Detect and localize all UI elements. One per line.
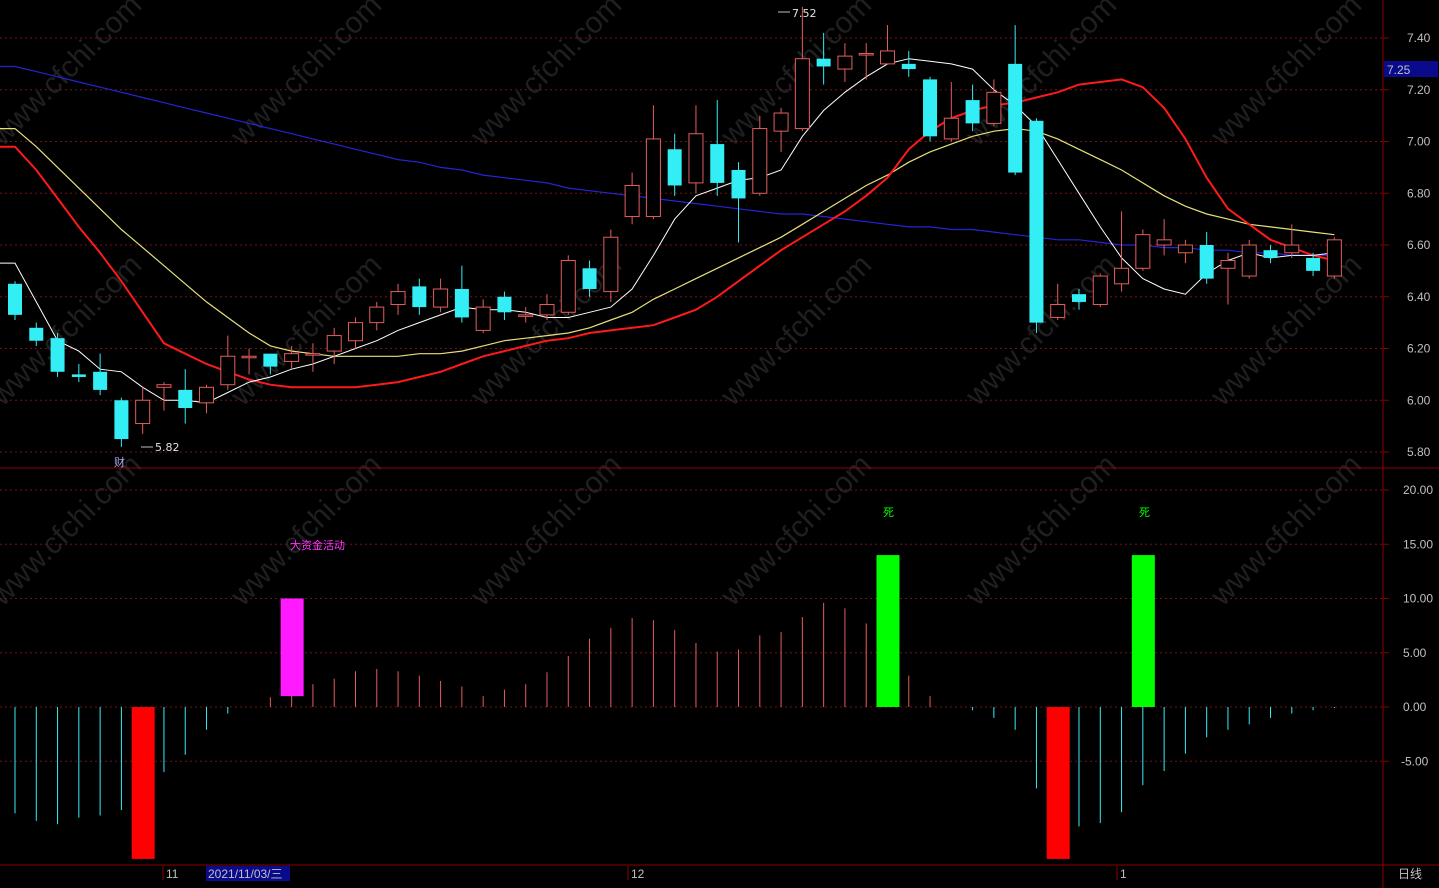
period-label[interactable]: 日线 (1398, 867, 1422, 881)
price-tick-label: 6.20 (1407, 342, 1431, 356)
candle-body (114, 400, 129, 440)
candle-body (1326, 239, 1342, 277)
price-tick-label: 7.00 (1407, 135, 1431, 149)
candle-body (412, 286, 427, 308)
candle-body (241, 355, 257, 359)
svg-text:5.82: 5.82 (155, 441, 180, 454)
candle-body (199, 386, 215, 404)
candle-body (879, 50, 895, 65)
death-label-1: 死 (883, 506, 894, 519)
candle-body (710, 144, 725, 183)
cursor-date: 2021/11/03/三 (208, 867, 283, 881)
candle-body (369, 306, 385, 324)
last-price-value: 7.25 (1387, 63, 1411, 77)
candle-body (305, 353, 321, 356)
month-label-12: 12 (631, 867, 645, 881)
month-label-11: 11 (166, 867, 179, 881)
negative_big-block (131, 707, 155, 859)
candle-body (71, 374, 86, 377)
candle-body (986, 91, 1002, 124)
candle-body (1135, 234, 1151, 269)
candle-body (688, 133, 704, 184)
bigfund-block (280, 598, 304, 697)
candle-body (1263, 250, 1278, 258)
candle-body (965, 100, 980, 124)
price-tick-label: 6.60 (1407, 238, 1431, 252)
candle-body (497, 296, 512, 313)
indicator-tick-label: 0.00 (1403, 700, 1427, 714)
candle-body (284, 353, 300, 362)
negative_big-block (1046, 707, 1070, 859)
candle-body (858, 53, 874, 56)
candle-body (1306, 257, 1321, 271)
candle-body (539, 304, 555, 316)
stock-chart[interactable]: www.cfchi.com www.cfchi.com www.cfchi.com w… (0, 0, 1439, 888)
indicator-tick-label: -5.00 (1401, 754, 1429, 768)
candle-body (433, 288, 449, 308)
candle-body (1029, 120, 1044, 323)
candle-body (923, 79, 938, 137)
candle-body (816, 58, 831, 67)
candle-body (943, 117, 959, 140)
indicator-tick-label: 20.00 (1403, 483, 1433, 497)
candle-body (645, 138, 661, 218)
candle-body (1241, 244, 1257, 277)
big-fund-label: 大资金活动 (290, 538, 345, 552)
indicator-tick-label: 10.00 (1403, 592, 1433, 606)
candle-body (220, 355, 236, 386)
candle-body (8, 283, 22, 315)
candle-body (901, 63, 916, 70)
indicator-tick-label: 5.00 (1403, 646, 1427, 660)
candle-body (518, 314, 534, 317)
candle-body (1114, 267, 1130, 285)
death-label-2: 死 (1139, 506, 1150, 519)
candle-body (135, 399, 151, 425)
svg-text:7.52: 7.52 (792, 7, 817, 20)
price-tick-label: 6.80 (1407, 186, 1431, 200)
candle-body (454, 288, 469, 318)
candle-body (1050, 304, 1066, 318)
candle-body (326, 335, 342, 352)
candle-body (178, 389, 193, 409)
indicator-tick-label: 15.00 (1403, 537, 1433, 551)
candle-body (1156, 239, 1172, 246)
candle-body (667, 149, 682, 186)
candle-body (29, 327, 44, 341)
candle-body (93, 371, 108, 390)
candle-body (1177, 244, 1193, 254)
candle-body (1008, 63, 1023, 173)
month-label-1: 1 (1120, 867, 1127, 881)
candle-body (390, 291, 406, 306)
candle-body (752, 128, 768, 194)
price-tick-label: 5.80 (1407, 445, 1431, 459)
candle-body (1284, 244, 1300, 254)
candle-body (773, 112, 789, 132)
candle-body (1199, 245, 1214, 279)
candle-body (156, 384, 172, 388)
price-tick-label: 6.00 (1407, 393, 1431, 407)
price-tick-label: 7.20 (1407, 83, 1431, 97)
price-tick-label: 6.40 (1407, 290, 1431, 304)
candle-body (1220, 260, 1236, 269)
death-block (876, 555, 900, 707)
candle-body (1072, 294, 1086, 302)
candle-body (624, 184, 640, 218)
death-block (1131, 555, 1155, 707)
candle-body (603, 236, 619, 293)
candle-body (475, 306, 491, 331)
candle-body (794, 58, 810, 130)
candle-body (1092, 275, 1108, 306)
candle-body (50, 338, 65, 372)
candle-body (582, 268, 597, 289)
candle-body (263, 353, 278, 367)
finance-marker[interactable]: 财 (114, 455, 125, 469)
candle-body (347, 322, 363, 342)
candle-body (560, 260, 576, 313)
price-tick-label: 7.40 (1407, 31, 1431, 45)
candle-body (837, 55, 853, 70)
candle-body (731, 169, 746, 199)
